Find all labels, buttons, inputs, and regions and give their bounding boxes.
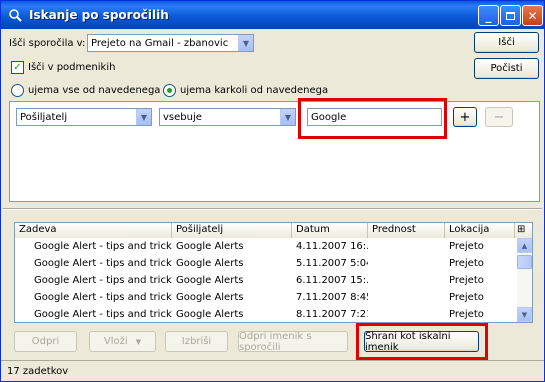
row-subject: Google Alert - tips and tricks (34, 309, 172, 320)
remove-criterion-button[interactable]: − (485, 107, 513, 127)
window-title: Iskanje po sporočilih (29, 8, 169, 22)
add-criterion-button[interactable]: + (453, 107, 477, 127)
row-sender: Google Alerts (176, 258, 244, 269)
match-any-label: ujema karkoli od navedenega (180, 85, 329, 96)
criteria-field-combo[interactable]: Pošiljatelj ▼ (16, 108, 152, 126)
column-header-priority[interactable]: Prednost (368, 223, 445, 238)
minimize-icon: _ (485, 8, 492, 23)
result-count: 17 zadetkov (7, 366, 69, 377)
match-all-radio[interactable] (11, 84, 24, 97)
results-rows: Google Alert - tips and tricks Google Ale… (15, 238, 517, 322)
table-row[interactable]: Google Alert - tips and tricks Google Ale… (15, 289, 517, 306)
open-button[interactable]: Odpri (14, 331, 77, 352)
column-header-sender[interactable]: Pošiljatelj (172, 223, 292, 238)
highlight-box (356, 323, 488, 360)
table-row[interactable]: Google Alert - tips and tricks Google Ale… (15, 238, 517, 255)
chevron-down-icon: ▼ (238, 35, 253, 51)
scroll-up-icon[interactable]: ▲ (517, 238, 532, 253)
row-sender: Google Alerts (176, 275, 244, 286)
table-row[interactable]: Google Alert - tips and tricks Google Ale… (15, 255, 517, 272)
scroll-thumb[interactable] (517, 255, 532, 269)
row-location: Prejeto (449, 275, 484, 286)
row-date: 6.11.2007 15:... (296, 275, 368, 286)
search-button[interactable]: Išči (474, 32, 539, 53)
close-icon: ✕ (527, 8, 538, 23)
row-date: 4.11.2007 16:... (296, 241, 368, 252)
file-button-label: Vloži (103, 336, 128, 347)
row-date: 7.11.2007 8:45 (296, 292, 368, 303)
column-header-date[interactable]: Datum (292, 223, 368, 238)
column-header-location[interactable]: Lokacija (445, 223, 515, 238)
search-in-label: Išči sporočila v: (9, 38, 86, 49)
results-scrollbar[interactable]: ▲ ▼ (517, 238, 532, 322)
row-sender: Google Alerts (176, 292, 244, 303)
criteria-operator-value: vsebuje (163, 111, 202, 123)
chevron-down-icon: ▼ (136, 109, 151, 125)
match-any-radio[interactable] (163, 84, 176, 97)
divider (3, 208, 542, 210)
row-location: Prejeto (449, 292, 484, 303)
maximize-icon (506, 11, 515, 20)
criteria-field-value: Pošiljatelj (20, 111, 68, 123)
minimize-button[interactable]: _ (478, 5, 499, 26)
row-location: Prejeto (449, 258, 484, 269)
row-sender: Google Alerts (176, 241, 244, 252)
maximize-button[interactable] (500, 5, 521, 26)
match-all-label: ujema vse od navedenega (28, 85, 161, 96)
highlight-box (298, 98, 447, 139)
column-picker-icon[interactable]: ⊞ (515, 223, 532, 238)
chevron-down-icon: ▼ (135, 337, 142, 346)
results-list[interactable]: Zadeva Pošiljatelj Datum Prednost Lokaci… (14, 222, 533, 323)
checkmark-icon: ✓ (13, 61, 22, 73)
row-location: Prejeto (449, 309, 484, 320)
table-row[interactable]: Google Alert - tips and tricks Google Ale… (15, 272, 517, 289)
row-subject: Google Alert - tips and tricks (34, 241, 172, 252)
row-subject: Google Alert - tips and tricks (34, 275, 172, 286)
search-in-combo[interactable]: Prejeto na Gmail - zbanovic ▼ (87, 34, 254, 52)
row-location: Prejeto (449, 241, 484, 252)
delete-button[interactable]: Izbriši (165, 331, 228, 352)
column-header-subject[interactable]: Zadeva (15, 223, 172, 238)
results-header: Zadeva Pošiljatelj Datum Prednost Lokaci… (15, 223, 532, 238)
search-in-value: Prejeto na Gmail - zbanovic (91, 37, 229, 49)
status-bar: 17 zadetkov (1, 360, 544, 381)
row-subject: Google Alert - tips and tricks (34, 258, 172, 269)
open-folder-button[interactable]: Odpri imenik s sporočili (238, 331, 348, 353)
subfolders-label: Išči v podmenikih (28, 62, 116, 73)
row-subject: Google Alert - tips and tricks (34, 292, 172, 303)
close-button[interactable]: ✕ (522, 5, 543, 26)
scroll-down-icon[interactable]: ▼ (517, 307, 532, 322)
table-row[interactable]: Google Alert - tips and tricks Google Ale… (15, 306, 517, 322)
title-bar[interactable]: Iskanje po sporočilih (1, 1, 544, 29)
search-messages-window: Iskanje po sporočilih _ ✕ Išči sporočila… (0, 0, 545, 382)
row-date: 5.11.2007 5:04 (296, 258, 368, 269)
clear-button[interactable]: Počisti (474, 58, 539, 79)
row-sender: Google Alerts (176, 309, 244, 320)
search-app-icon (7, 7, 23, 23)
criteria-operator-combo[interactable]: vsebuje ▼ (159, 108, 296, 126)
chevron-down-icon: ▼ (280, 109, 295, 125)
row-date: 8.11.2007 7:21 (296, 309, 368, 320)
subfolders-checkbox[interactable]: ✓ (11, 61, 24, 74)
file-button[interactable]: Vloži ▼ (89, 331, 156, 352)
